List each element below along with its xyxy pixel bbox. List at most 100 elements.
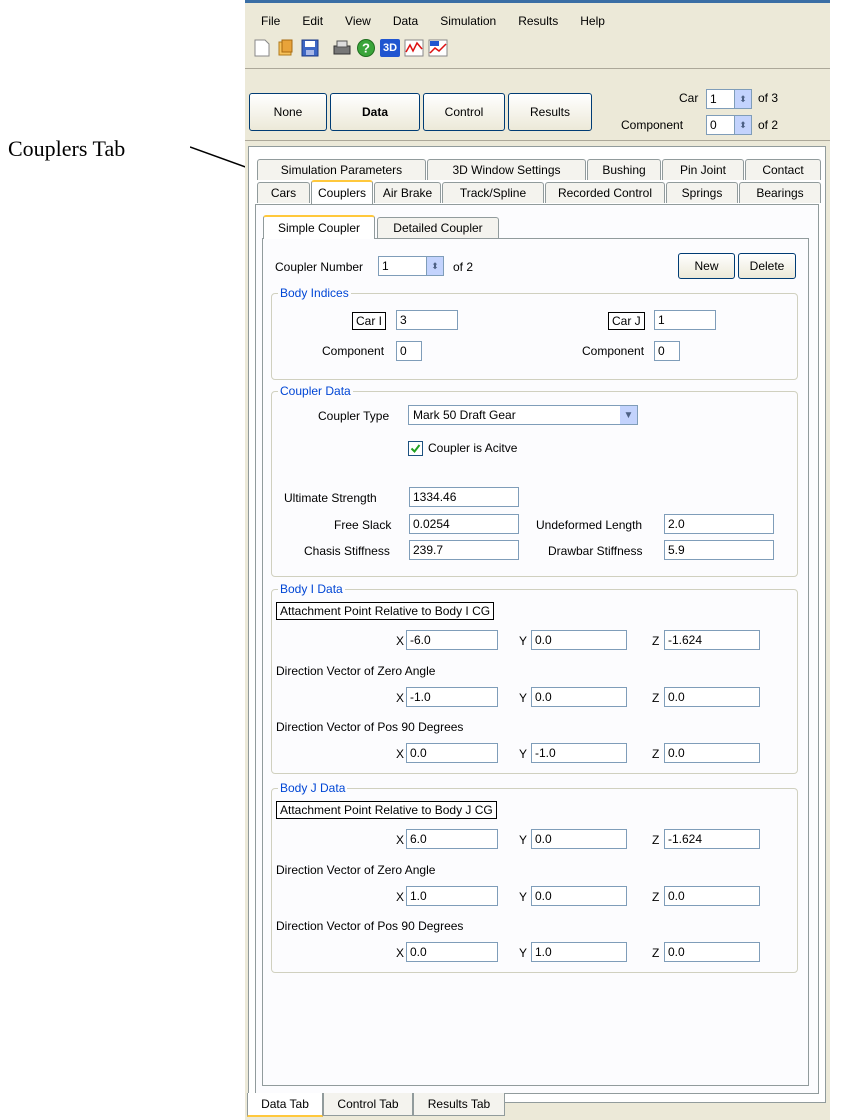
tab-bearings[interactable]: Bearings <box>739 182 821 203</box>
spinner-arrows-icon[interactable]: ⬍ <box>426 257 443 275</box>
delete-coupler-button[interactable]: Delete <box>738 253 796 279</box>
tab-air-brake[interactable]: Air Brake <box>374 182 441 203</box>
component-j-label: Component <box>582 344 645 358</box>
car-j-field[interactable]: 1 <box>654 310 716 330</box>
toolbar: ? 3D <box>251 36 449 60</box>
coupler-number-spinner[interactable]: 1 ⬍ <box>378 256 444 276</box>
ultimate-strength-label: Ultimate Strength <box>284 491 377 505</box>
3d-view-icon[interactable]: 3D <box>379 37 401 59</box>
menu-file[interactable]: File <box>261 14 280 28</box>
coupler-type-select[interactable]: Mark 50 Draft Gear ▼ <box>408 405 638 425</box>
body-i-pos90-x-field[interactable]: 0.0 <box>406 743 498 763</box>
undeformed-length-label: Undeformed Length <box>536 518 643 532</box>
tab-couplers[interactable]: Couplers <box>311 180 373 204</box>
tab-data[interactable]: Data Tab <box>247 1093 323 1117</box>
body-j-zero-x-field[interactable]: 1.0 <box>406 886 498 906</box>
help-icon[interactable]: ? <box>355 37 377 59</box>
car-i-field[interactable]: 3 <box>396 310 458 330</box>
body-i-pos90-y-field[interactable]: -1.0 <box>531 743 627 763</box>
body-j-zero-angle-label: Direction Vector of Zero Angle <box>276 863 436 877</box>
menu-results[interactable]: Results <box>518 14 558 28</box>
body-j-zero-y-field[interactable]: 0.0 <box>531 886 627 906</box>
component-i-field[interactable]: 0 <box>396 341 422 361</box>
body-j-pos90-z-field[interactable]: 0.0 <box>664 942 760 962</box>
body-j-pos90-label: Direction Vector of Pos 90 Degrees <box>276 919 464 933</box>
new-file-icon[interactable] <box>251 37 273 59</box>
data-panel: Simulation Parameters 3D Window Settings… <box>248 146 826 1103</box>
body-j-attach-z-field[interactable]: -1.624 <box>664 829 760 849</box>
ultimate-strength-field[interactable]: 1334.46 <box>409 487 519 507</box>
tab-bushing[interactable]: Bushing <box>587 159 661 180</box>
subtab-simple-coupler[interactable]: Simple Coupler <box>263 215 375 239</box>
menu-edit[interactable]: Edit <box>302 14 323 28</box>
free-slack-field[interactable]: 0.0254 <box>409 514 519 534</box>
body-i-attach-x-field[interactable]: -6.0 <box>406 630 498 650</box>
car-count-label: of 3 <box>758 91 779 105</box>
control-mode-button[interactable]: Control <box>423 93 505 131</box>
body-j-data-group: Body J Data Attachment Point Relative to… <box>271 781 798 973</box>
body-j-zero-z-field[interactable]: 0.0 <box>664 886 760 906</box>
car-spinner[interactable]: 1 ⬍ <box>706 89 752 109</box>
drawbar-stiffness-label: Drawbar Stiffness <box>548 544 643 558</box>
none-mode-button[interactable]: None <box>249 93 327 131</box>
body-i-zero-z-field[interactable]: 0.0 <box>664 687 760 707</box>
free-slack-label: Free Slack <box>334 518 392 532</box>
car-j-label: Car J <box>608 312 645 330</box>
tab-track-spline[interactable]: Track/Spline <box>442 182 544 203</box>
chevron-down-icon[interactable]: ▼ <box>620 406 637 424</box>
body-i-zero-y-field[interactable]: 0.0 <box>531 687 627 707</box>
spinner-arrows-icon[interactable]: ⬍ <box>734 90 751 108</box>
body-j-attach-y-field[interactable]: 0.0 <box>531 829 627 849</box>
tab-recorded-control[interactable]: Recorded Control <box>545 182 665 203</box>
subtab-detailed-coupler[interactable]: Detailed Coupler <box>377 217 499 238</box>
body-i-pos90-z-field[interactable]: 0.0 <box>664 743 760 763</box>
save-icon[interactable] <box>299 37 321 59</box>
component-spinner-value: 0 <box>710 118 717 132</box>
coupler-type-label: Coupler Type <box>318 409 390 423</box>
coupler-number-label: Coupler Number <box>275 260 364 274</box>
print-icon[interactable] <box>331 37 353 59</box>
tab-results[interactable]: Results Tab <box>413 1093 505 1116</box>
new-coupler-button[interactable]: New <box>678 253 735 279</box>
menu-help[interactable]: Help <box>580 14 605 28</box>
couplers-tab-page: Simple Coupler Detailed Coupler Coupler … <box>255 204 819 1094</box>
x-label: X <box>396 890 405 904</box>
component-selector-label: Component <box>621 118 684 132</box>
tab-3d-window-settings[interactable]: 3D Window Settings <box>427 159 586 180</box>
body-i-attach-z-field[interactable]: -1.624 <box>664 630 760 650</box>
drawbar-stiffness-field[interactable]: 5.9 <box>664 540 774 560</box>
tab-cars[interactable]: Cars <box>257 182 310 203</box>
component-spinner[interactable]: 0 ⬍ <box>706 115 752 135</box>
menu-view[interactable]: View <box>345 14 371 28</box>
menu-simulation[interactable]: Simulation <box>440 14 496 28</box>
plot-icon[interactable] <box>403 37 425 59</box>
body-i-zero-x-field[interactable]: -1.0 <box>406 687 498 707</box>
body-j-attach-x-field[interactable]: 6.0 <box>406 829 498 849</box>
body-i-attach-y-field[interactable]: 0.0 <box>531 630 627 650</box>
coupler-data-group: Coupler Data Coupler Type Mark 50 Draft … <box>271 384 798 577</box>
data-mode-button[interactable]: Data <box>330 93 420 131</box>
body-j-attachment-label: Attachment Point Relative to Body J CG <box>276 801 497 819</box>
checkmark-icon <box>410 444 421 454</box>
menu-data[interactable]: Data <box>393 14 418 28</box>
tab-contact[interactable]: Contact <box>745 159 821 180</box>
body-j-pos90-x-field[interactable]: 0.0 <box>406 942 498 962</box>
body-j-pos90-y-field[interactable]: 1.0 <box>531 942 627 962</box>
tab-pin-joint[interactable]: Pin Joint <box>662 159 744 180</box>
x-label: X <box>396 691 405 705</box>
chasis-stiffness-field[interactable]: 239.7 <box>409 540 519 560</box>
coupler-active-checkbox[interactable] <box>408 441 423 456</box>
component-j-field[interactable]: 0 <box>654 341 680 361</box>
spinner-arrows-icon[interactable]: ⬍ <box>734 116 751 134</box>
undeformed-length-field[interactable]: 2.0 <box>664 514 774 534</box>
3d-plot-icon[interactable] <box>427 37 449 59</box>
tab-control[interactable]: Control Tab <box>323 1093 413 1116</box>
results-mode-button[interactable]: Results <box>508 93 592 131</box>
tab-springs[interactable]: Springs <box>666 182 738 203</box>
body-indices-title: Body Indices <box>278 286 351 300</box>
open-file-icon[interactable] <box>275 37 297 59</box>
y-label: Y <box>519 946 528 960</box>
chasis-stiffness-label: Chasis Stiffness <box>304 544 390 558</box>
tab-simulation-parameters[interactable]: Simulation Parameters <box>257 159 426 180</box>
bottom-tab-bar: Data Tab Control Tab Results Tab <box>245 1093 830 1117</box>
